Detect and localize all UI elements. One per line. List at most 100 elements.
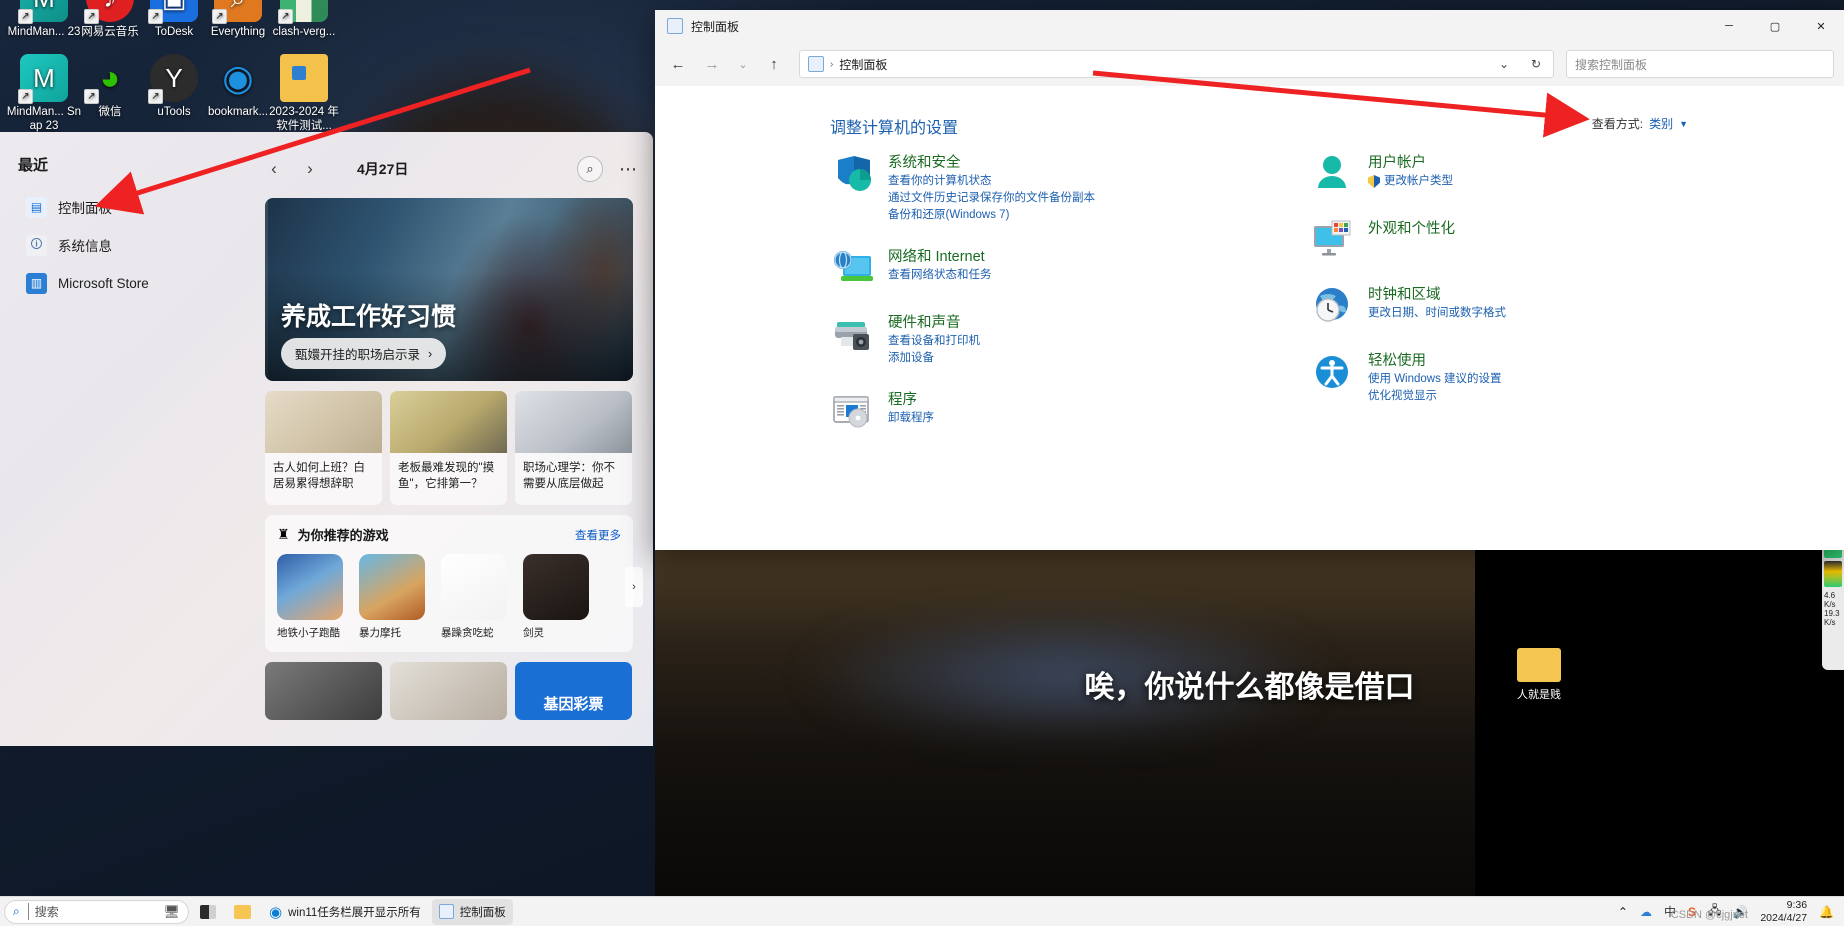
category-clock-and-region[interactable]: 时钟和区域 更改日期、时间或数字格式	[1310, 284, 1790, 328]
game-label: 暴力摩托	[359, 627, 401, 639]
video-player-window[interactable]: 唉，你说什么都像是借口	[655, 550, 1844, 896]
widgets-icon[interactable]: 🖥	[163, 904, 180, 920]
feed-hero-card[interactable]: 养成工作好习惯 甄嬛开挂的职场启示录 ›	[265, 198, 633, 381]
category-link[interactable]: 通过文件历史记录保存你的文件备份副本	[888, 190, 1095, 207]
feed-card[interactable]: 古人如何上班？白居易累得想辞职	[265, 391, 382, 505]
feed-card[interactable]: 职场心理学：你不需要从底层做起	[515, 391, 632, 505]
system-info-icon: 🛈	[26, 234, 47, 256]
taskbar-item-control-panel[interactable]: 控制面板	[431, 898, 513, 925]
recent-locations-button[interactable]: ⌄	[731, 49, 755, 79]
category-programs[interactable]: 程序 卸载程序	[830, 389, 1310, 433]
desktop-icon-mindmanager-snap[interactable]: M ↗ MindMan... Snap 23	[6, 54, 82, 133]
recent-item-control-panel[interactable]: ▤ 控制面板	[20, 188, 230, 226]
category-title[interactable]: 硬件和声音	[888, 313, 980, 333]
desktop-folder-label: 人就是贱	[1517, 689, 1561, 701]
control-panel-icon	[667, 18, 683, 34]
category-title[interactable]: 时钟和区域	[1368, 285, 1506, 305]
category-link[interactable]: 查看设备和打印机	[888, 333, 980, 350]
category-title[interactable]: 程序	[888, 390, 934, 410]
category-link[interactable]: 更改日期、时间或数字格式	[1368, 305, 1506, 322]
category-body: 用户帐户 更改帐户类型	[1368, 152, 1453, 196]
category-user-accounts[interactable]: 用户帐户 更改帐户类型	[1310, 152, 1790, 196]
category-link[interactable]: 备份和还原(Windows 7)	[888, 207, 1095, 224]
category-link[interactable]: 卸载程序	[888, 410, 934, 427]
titlebar-left: 控制面板	[655, 18, 739, 35]
game-item[interactable]: 地铁小子跑酷	[277, 554, 347, 640]
category-link[interactable]: 查看网络状态和任务	[888, 267, 992, 284]
category-network-and-internet[interactable]: 网络和 Internet 查看网络状态和任务	[830, 246, 1310, 290]
category-link[interactable]: 更改帐户类型	[1368, 173, 1453, 190]
mindmanager-icon: M↗	[18, 0, 68, 24]
more-options-icon[interactable]: ⋯	[619, 160, 637, 178]
category-title[interactable]: 外观和个性化	[1368, 219, 1455, 239]
maximize-button[interactable]: ▢	[1752, 10, 1798, 42]
game-thumbnail	[277, 554, 343, 620]
clock[interactable]: 9:36 2024/4/27	[1760, 899, 1807, 925]
up-button[interactable]: ↑	[759, 49, 789, 79]
search-control-panel-input[interactable]: 搜索控制面板	[1566, 50, 1834, 78]
breadcrumb[interactable]: 控制面板	[839, 56, 887, 73]
bell-icon[interactable]: 🔔	[1819, 905, 1834, 919]
desktop-icon-label: MindMan... Snap 23	[6, 106, 82, 132]
category-link[interactable]: 查看你的计算机状态	[888, 173, 1095, 190]
category-link[interactable]: 添加设备	[888, 350, 980, 367]
desktop-icon-clash-verge[interactable]: ↗ clash-verg...	[266, 0, 342, 39]
category-body: 轻松使用 使用 Windows 建议的设置 优化视觉显示	[1368, 350, 1502, 405]
feed-bottom-card[interactable]	[390, 662, 507, 720]
category-system-and-security[interactable]: 系统和安全 查看你的计算机状态 通过文件历史记录保存你的文件备份副本 备份和还原…	[830, 152, 1310, 224]
category-hardware-and-sound[interactable]: 硬件和声音 查看设备和打印机 添加设备	[830, 312, 1310, 367]
feed-header-actions: ⌕ ⋯	[577, 156, 637, 182]
forward-button[interactable]: →	[697, 49, 727, 79]
address-bar[interactable]: › 控制面板 ⌄ ↻	[799, 50, 1554, 78]
feed-card-row: 古人如何上班？白居易累得想辞职 老板最难发现的"摸鱼"，它排第一？ 职场心理学：…	[265, 391, 637, 505]
games-title: 为你推荐的游戏	[297, 528, 389, 543]
shortcut-arrow-icon: ↗	[18, 9, 33, 24]
games-next-button[interactable]: ›	[625, 567, 643, 607]
category-ease-of-access[interactable]: 轻松使用 使用 Windows 建议的设置 优化视觉显示	[1310, 350, 1790, 405]
chevron-down-icon[interactable]: ⌄	[1491, 51, 1517, 77]
feed-prev-button[interactable]: ‹	[265, 159, 283, 179]
recent-item-system-info[interactable]: 🛈 系统信息	[20, 226, 230, 264]
category-title[interactable]: 轻松使用	[1368, 351, 1502, 371]
widgets-recent-heading: 最近	[18, 157, 49, 174]
minimize-button[interactable]: ─	[1706, 10, 1752, 42]
feed-bottom-card[interactable]	[265, 662, 382, 720]
back-button[interactable]: ←	[663, 49, 693, 79]
clock-date: 2024/4/27	[1760, 911, 1808, 924]
search-icon[interactable]: ⌕	[577, 156, 603, 182]
chevron-down-icon[interactable]: ▼	[1679, 119, 1688, 129]
category-appearance-and-personalization[interactable]: 外观和个性化	[1310, 218, 1790, 262]
close-button[interactable]: ✕	[1798, 10, 1844, 42]
refresh-icon[interactable]: ↻	[1523, 51, 1549, 77]
view-by-value[interactable]: 类别	[1649, 115, 1673, 132]
desktop-icon-folder-2023-2024[interactable]: 2023-2024 年软件测试...	[266, 54, 342, 133]
hero-cta-button[interactable]: 甄嬛开挂的职场启示录 ›	[281, 338, 447, 369]
category-title[interactable]: 网络和 Internet	[888, 247, 992, 267]
games-more-link[interactable]: 查看更多	[575, 527, 621, 543]
game-item[interactable]: 剑灵	[523, 554, 593, 640]
taskbar-item-edge[interactable]: ◉ win11任务栏展开显示所有	[262, 899, 428, 925]
game-item[interactable]: 暴躁贪吃蛇	[441, 554, 511, 640]
desktop-folder-renjiushijian[interactable]: 人就是贱	[1508, 648, 1570, 702]
desktop-icon-bookmark-edge[interactable]: ◉ bookmark...	[200, 54, 276, 119]
taskbar-item-task-view[interactable]	[193, 899, 223, 925]
network-speed-widget[interactable]: 4.6 K/s 19.3 K/s	[1822, 540, 1844, 670]
taskbar-search-box[interactable]: ⌕ 搜索 🖥	[4, 899, 189, 924]
desktop-icon-everything[interactable]: ⌕↗ Everything	[200, 0, 276, 39]
recent-item-microsoft-store[interactable]: ▥ Microsoft Store	[20, 264, 230, 302]
shortcut-arrow-icon: ↗	[148, 9, 163, 24]
category-link[interactable]: 使用 Windows 建议的设置	[1368, 371, 1502, 388]
desktop-icon-mindmanager[interactable]: M↗ MindMan... 23	[6, 0, 82, 39]
folder-icon	[1517, 648, 1561, 682]
game-item[interactable]: 暴力摩托	[359, 554, 429, 640]
category-body: 外观和个性化	[1368, 218, 1455, 262]
feed-next-button[interactable]: ›	[301, 159, 319, 179]
category-title[interactable]: 用户帐户	[1368, 153, 1453, 173]
feed-card[interactable]: 老板最难发现的"摸鱼"，它排第一？	[390, 391, 507, 505]
tray-expand-chevron-icon[interactable]: ⌃	[1618, 905, 1628, 919]
taskbar-item-file-explorer[interactable]	[227, 899, 258, 925]
onedrive-icon[interactable]: ☁	[1640, 905, 1652, 919]
category-title[interactable]: 系统和安全	[888, 153, 1095, 173]
feed-bottom-card[interactable]: 基因彩票	[515, 662, 632, 720]
category-link[interactable]: 优化视觉显示	[1368, 388, 1502, 405]
